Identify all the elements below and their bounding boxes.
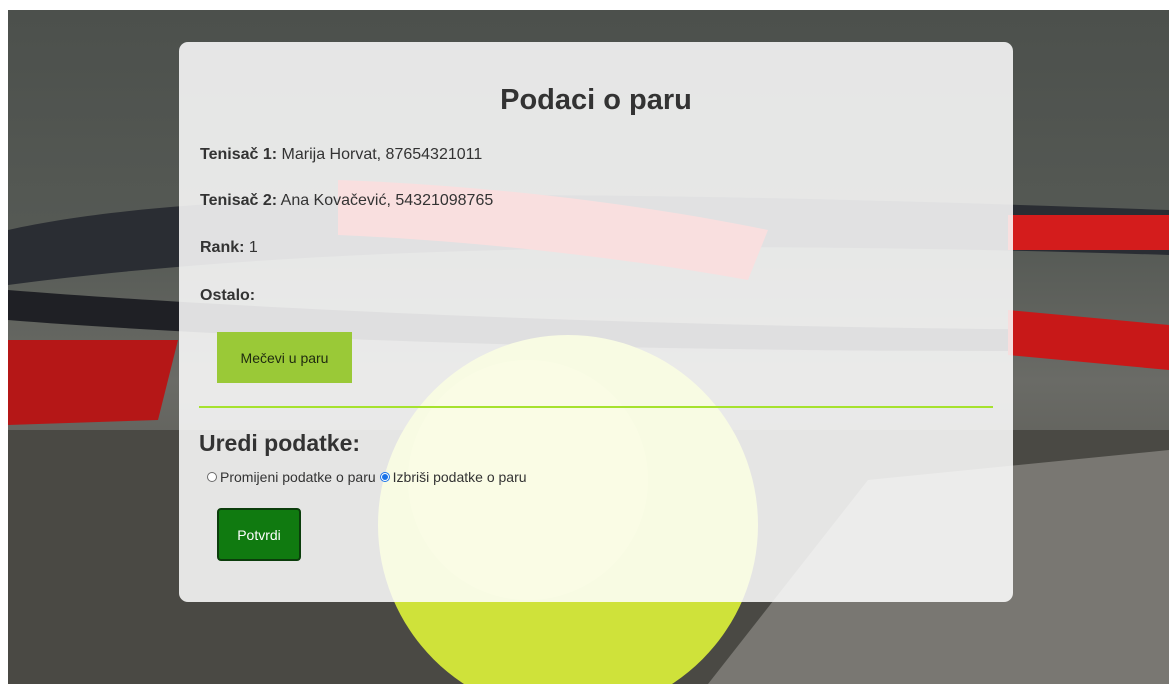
other-row: Ostalo: (200, 287, 255, 305)
other-label: Ostalo: (200, 287, 256, 304)
confirm-button[interactable]: Potvrdi (217, 508, 301, 561)
page-title: Podaci o paru (500, 84, 692, 116)
player1-value: Marija Horvat, 87654321011 (281, 146, 483, 163)
rank-value: 1 (248, 239, 258, 256)
player2-label: Tenisač 2: (200, 192, 278, 209)
rank-label: Rank: (200, 239, 245, 256)
pair-details-card: Podaci o paru Tenisač 1: Marija Horvat, … (179, 42, 1013, 602)
rank-row: Rank: 1 (200, 239, 258, 257)
player2-row: Tenisač 2: Ana Kovačević, 54321098765 (200, 192, 493, 210)
player1-label: Tenisač 1: (200, 146, 278, 163)
radio-change-pair[interactable] (207, 472, 217, 482)
pair-matches-button[interactable]: Mečevi u paru (217, 332, 352, 383)
player1-row: Tenisač 1: Marija Horvat, 87654321011 (200, 146, 482, 164)
radio-delete-pair[interactable] (379, 472, 390, 482)
edit-section-title: Uredi podatke: (199, 430, 361, 456)
radio-delete-pair-label[interactable]: Izbriši podatke o paru (393, 469, 527, 485)
radio-change-pair-label[interactable]: Promijeni podatke o paru (220, 469, 376, 485)
player2-value: Ana Kovačević, 54321098765 (280, 192, 494, 209)
section-divider (199, 406, 993, 408)
edit-options-group: Promijeni podatke o paru Izbriši podatke… (207, 469, 531, 485)
